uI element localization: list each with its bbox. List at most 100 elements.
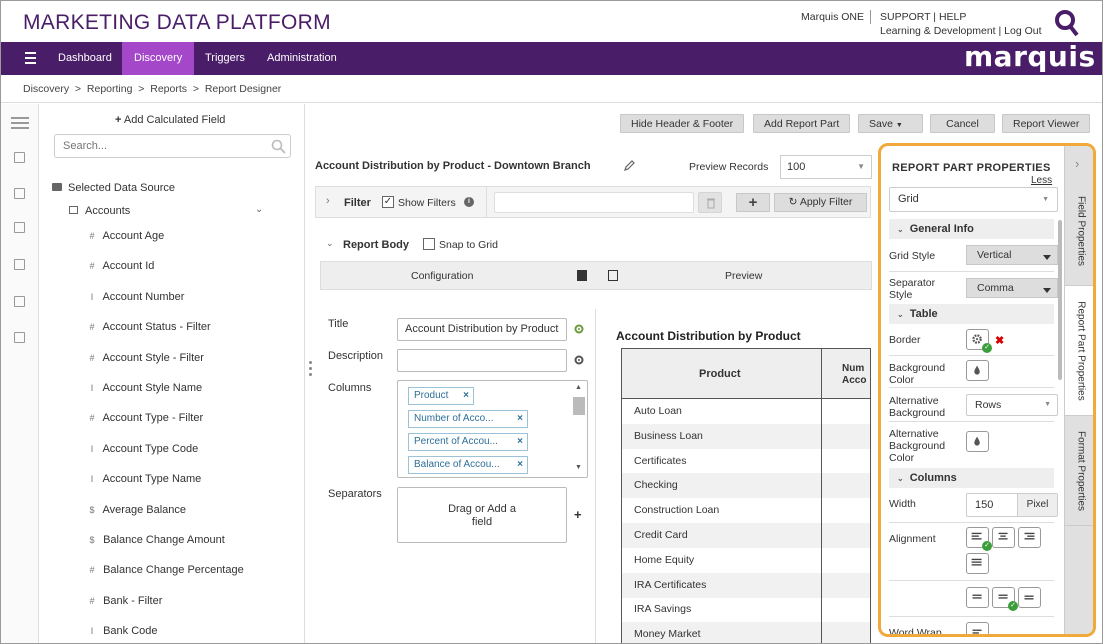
trash-icon[interactable]	[698, 192, 722, 213]
section-table[interactable]: ⌄ Table	[889, 304, 1054, 324]
close-icon[interactable]: ×	[517, 457, 523, 473]
close-icon[interactable]: ×	[517, 411, 523, 427]
add-separator-button[interactable]: +	[574, 507, 582, 522]
grid-style-dropdown[interactable]: Vertical	[966, 245, 1058, 265]
align-right-button[interactable]	[1018, 527, 1041, 548]
scroll-down-icon[interactable]: ▼	[575, 464, 582, 471]
scroll-up-icon[interactable]: ▲	[575, 384, 582, 391]
less-link[interactable]: Less	[1031, 175, 1052, 186]
export-icon[interactable]	[14, 259, 25, 270]
field-item[interactable]: I Account Type Name	[85, 473, 202, 485]
valign-bottom-button[interactable]	[1018, 587, 1041, 608]
tab-report-part-properties[interactable]: Report Part Properties	[1065, 286, 1093, 416]
alternative-background-color-button[interactable]	[966, 431, 989, 452]
add-filter-button[interactable]: +	[736, 193, 770, 212]
hide-header-footer-button[interactable]: Hide Header & Footer	[620, 114, 745, 133]
columns-list[interactable]: Product × Number of Acco... × Percent of A…	[397, 380, 588, 478]
crumb-discovery[interactable]: Discovery	[23, 83, 69, 95]
field-item[interactable]: # Account Type - Filter	[85, 412, 203, 424]
search-icon[interactable]	[1054, 9, 1080, 37]
remove-icon[interactable]: ✖	[995, 334, 1004, 347]
alternative-background-select[interactable]: Rows ▼	[966, 394, 1058, 416]
nav-dashboard[interactable]: Dashboard	[46, 42, 124, 75]
help-link[interactable]: HELP	[939, 11, 966, 23]
align-left-button[interactable]: ✓	[966, 527, 992, 551]
field-item[interactable]: # Balance Change Percentage	[85, 564, 243, 576]
field-item[interactable]: # Account Style - Filter	[85, 352, 203, 364]
separator-style-dropdown[interactable]: Comma	[966, 278, 1058, 298]
align-justify-button[interactable]	[966, 553, 989, 574]
chevron-right-icon[interactable]: ›	[326, 195, 330, 207]
properties-scrollbar[interactable]	[1058, 220, 1062, 380]
field-item[interactable]: I Account Number	[85, 291, 185, 303]
show-filters-checkbox[interactable]: ✓	[382, 196, 394, 208]
nav-administration[interactable]: Administration	[255, 42, 349, 75]
add-report-part-button[interactable]: Add Report Part	[753, 114, 851, 133]
snap-to-grid-checkbox[interactable]	[423, 238, 435, 250]
section-columns[interactable]: ⌄ Columns	[889, 468, 1054, 488]
field-item[interactable]: # Account Status - Filter	[85, 321, 210, 333]
support-link[interactable]: SUPPORT	[880, 11, 930, 23]
chevron-right-icon[interactable]: ›	[1075, 156, 1079, 171]
close-icon[interactable]: ×	[517, 434, 523, 450]
list-icon[interactable]	[14, 332, 25, 343]
report-viewer-button[interactable]: Report Viewer	[1002, 114, 1091, 133]
pencil-icon[interactable]	[624, 160, 635, 171]
add-calculated-field-button[interactable]: + Add Calculated Field	[115, 114, 225, 126]
field-item[interactable]: # Account Id	[85, 260, 154, 272]
word-wrap-button[interactable]	[966, 622, 989, 634]
title-input[interactable]: Account Distribution by Product	[397, 318, 567, 341]
align-center-button[interactable]	[992, 527, 1015, 548]
scroll-thumb[interactable]	[573, 397, 585, 415]
info-icon[interactable]: i	[464, 197, 474, 207]
preview-records-select[interactable]: 100 ▼	[780, 155, 872, 179]
cancel-button[interactable]: Cancel	[930, 114, 995, 133]
crumb-reporting[interactable]: Reporting	[87, 83, 133, 95]
settings-icon[interactable]	[14, 222, 25, 233]
search-icon[interactable]	[271, 139, 286, 154]
filter-input[interactable]	[494, 192, 694, 213]
selected-data-source[interactable]: Selected Data Source	[52, 182, 175, 194]
separator-drop-zone[interactable]: Drag or Add a field	[397, 487, 567, 543]
field-item[interactable]: I Account Style Name	[85, 382, 202, 394]
column-chip[interactable]: Percent of Accou... ×	[408, 433, 528, 451]
edit-icon[interactable]	[14, 188, 25, 199]
tab-field-properties[interactable]: Field Properties	[1065, 176, 1093, 286]
collapse-left-icon[interactable]	[577, 270, 587, 281]
section-general-info[interactable]: ⌄ General Info	[889, 219, 1054, 239]
nav-discovery[interactable]: Discovery	[122, 42, 195, 75]
logout-link[interactable]: Log Out	[1004, 25, 1041, 37]
field-item[interactable]: $ Average Balance	[85, 504, 186, 516]
gear-icon[interactable]	[573, 354, 585, 366]
part-type-select[interactable]: Grid ▼	[889, 187, 1058, 212]
background-color-button[interactable]	[966, 360, 989, 381]
nav-triggers[interactable]: Triggers	[193, 42, 257, 75]
menu-icon[interactable]	[11, 117, 29, 129]
description-input[interactable]	[397, 349, 567, 372]
apply-filter-button[interactable]: ↻ Apply Filter	[774, 193, 867, 212]
field-search-input[interactable]	[55, 135, 255, 157]
field-item[interactable]: # Account Age	[85, 230, 164, 242]
table-icon[interactable]	[14, 296, 25, 307]
learning-link[interactable]: Learning & Development	[880, 25, 996, 37]
width-input[interactable]: 150 Pixel	[966, 493, 1058, 517]
accounts-node[interactable]: Accounts	[69, 205, 130, 217]
border-settings-button[interactable]: ✓	[966, 329, 992, 353]
column-chip[interactable]: Product ×	[408, 387, 474, 405]
hamburger-icon[interactable]	[25, 52, 36, 64]
grid-icon[interactable]	[14, 152, 25, 163]
resize-handle[interactable]	[309, 361, 313, 381]
field-item[interactable]: I Bank Code	[85, 625, 158, 637]
collapse-right-icon[interactable]	[608, 270, 618, 281]
tab-format-properties[interactable]: Format Properties	[1065, 416, 1093, 526]
columns-scrollbar[interactable]: ▲ ▼	[573, 384, 585, 473]
field-item[interactable]: $ Balance Change Amount	[85, 534, 224, 546]
save-button[interactable]: Save ▼	[858, 114, 923, 133]
crumb-reports[interactable]: Reports	[150, 83, 187, 95]
column-chip[interactable]: Balance of Accou... ×	[408, 456, 528, 474]
column-chip[interactable]: Number of Acco... ×	[408, 410, 528, 428]
chevron-down-icon[interactable]: ⌄	[255, 204, 263, 215]
close-icon[interactable]: ×	[463, 388, 469, 404]
field-item[interactable]: # Bank - Filter	[85, 595, 162, 607]
gear-icon[interactable]	[573, 323, 585, 335]
